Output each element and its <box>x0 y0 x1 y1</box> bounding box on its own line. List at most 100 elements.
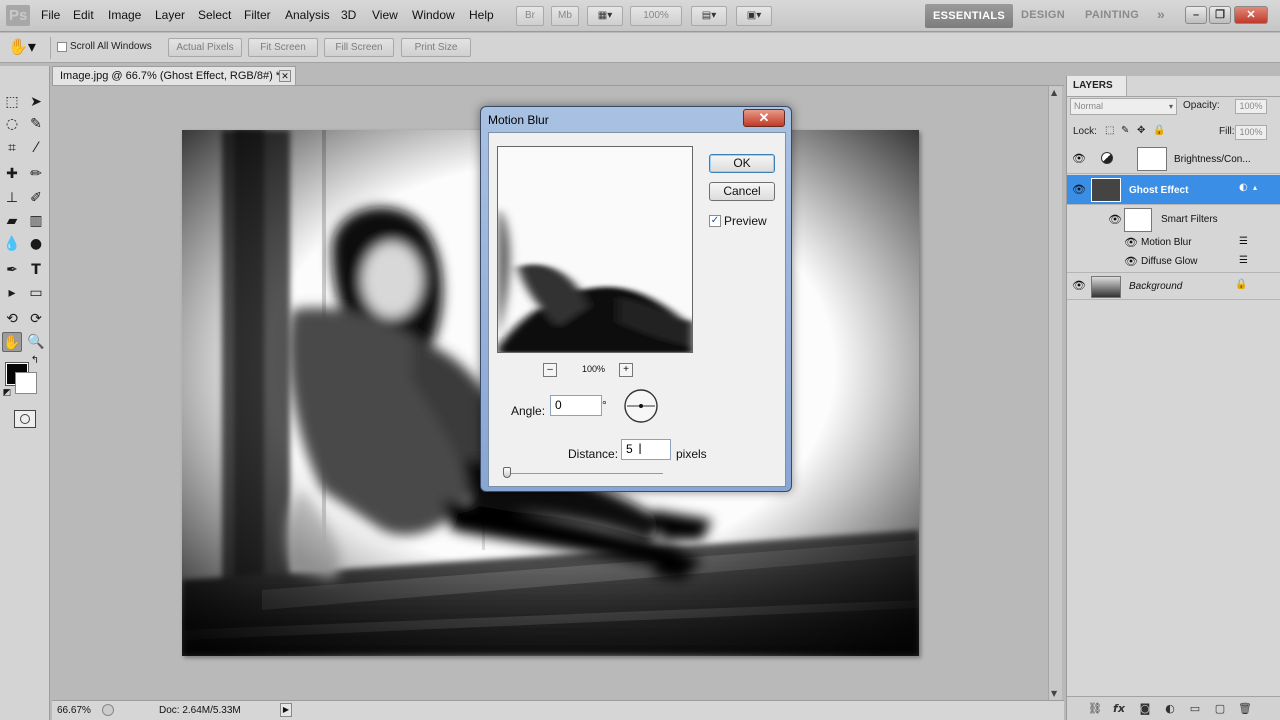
smart-filters-row[interactable]: 👁 Smart Filters <box>1067 206 1280 234</box>
eye-icon[interactable]: 👁 <box>1124 236 1138 250</box>
brush-tool-icon[interactable]: ✏ <box>26 164 46 184</box>
menu-edit[interactable]: Edit <box>73 8 94 22</box>
menu-window[interactable]: Window <box>412 8 455 22</box>
blend-mode-dropdown[interactable]: Normal ▾ <box>1070 98 1177 115</box>
adjustment-icon[interactable]: ◐ <box>1162 701 1178 717</box>
dodge-tool-icon[interactable]: ● <box>26 234 46 254</box>
filter-blending-options-icon[interactable]: ☰ <box>1239 255 1248 266</box>
menu-file[interactable]: File <box>41 8 60 22</box>
eyedropper-tool-icon[interactable]: ⁄ <box>26 138 46 158</box>
path-selection-tool-icon[interactable]: ▸ <box>2 283 22 303</box>
fill-screen-button[interactable]: Fill Screen <box>324 38 394 57</box>
workspace-more[interactable]: » <box>1157 6 1165 22</box>
filter-row-diffuse-glow[interactable]: 👁 Diffuse Glow ☰ <box>1067 253 1280 273</box>
scroll-all-windows-checkbox[interactable] <box>57 42 67 52</box>
zoom-field[interactable]: 66.67% <box>57 705 91 716</box>
distance-slider-track[interactable] <box>503 473 663 474</box>
menu-image[interactable]: Image <box>108 8 141 22</box>
menu-select[interactable]: Select <box>198 8 231 22</box>
eye-icon[interactable]: 👁 <box>1108 213 1122 227</box>
new-layer-icon[interactable]: ▢ <box>1212 701 1228 717</box>
fit-screen-button[interactable]: Fit Screen <box>248 38 318 57</box>
blur-tool-icon[interactable]: 💧 <box>2 234 22 254</box>
layers-panel-tab[interactable]: LAYERS <box>1067 76 1127 96</box>
workspace-design[interactable]: DESIGN <box>1021 9 1065 21</box>
default-colors-icon[interactable]: ◩ <box>1 387 13 399</box>
lock-position-icon[interactable]: ✥ <box>1137 125 1145 136</box>
filter-preview[interactable] <box>497 146 693 353</box>
hand-tool-icon[interactable]: ✋ <box>2 332 22 352</box>
distance-slider-thumb[interactable] <box>503 467 511 478</box>
menu-3d[interactable]: 3D <box>341 8 356 22</box>
move-tool-icon[interactable]: ➤ <box>26 92 46 112</box>
angle-dial[interactable] <box>623 388 659 424</box>
status-info-icon[interactable] <box>102 704 114 716</box>
eraser-tool-icon[interactable]: ▰ <box>2 211 22 231</box>
menu-layer[interactable]: Layer <box>155 8 185 22</box>
screen-mode-button[interactable]: ▣▾ <box>736 6 772 26</box>
status-menu-arrow-icon[interactable]: ▶ <box>280 703 292 717</box>
eye-icon[interactable]: 👁 <box>1072 183 1086 197</box>
zoom-level-dropdown[interactable]: 100% <box>630 6 682 26</box>
workspace-painting[interactable]: PAINTING <box>1085 9 1139 21</box>
fill-field[interactable]: 100% <box>1235 125 1267 140</box>
workspace-essentials[interactable]: ESSENTIALS <box>925 4 1014 28</box>
eye-icon[interactable]: 👁 <box>1072 279 1086 293</box>
zoom-in-button[interactable]: + <box>619 363 633 377</box>
hand-tool-preset-icon[interactable]: ✋▾ <box>8 37 36 56</box>
gradient-tool-icon[interactable]: ▥ <box>26 211 46 231</box>
angle-input[interactable]: 0 <box>550 395 602 416</box>
collapse-arrow-icon[interactable]: ▴ <box>1253 183 1257 192</box>
actual-pixels-button[interactable]: Actual Pixels <box>168 38 242 57</box>
lock-transparent-icon[interactable]: ⬚ <box>1105 125 1114 136</box>
new-group-icon[interactable]: ▭ <box>1187 701 1203 717</box>
quick-selection-tool-icon[interactable]: ✎ <box>26 114 46 134</box>
ok-button[interactable]: OK <box>709 154 775 173</box>
eye-icon[interactable]: 👁 <box>1072 152 1086 166</box>
healing-brush-tool-icon[interactable]: ✚ <box>2 164 22 184</box>
layer-row-ghost-effect[interactable]: 👁 Ghost Effect ◐ ▴ <box>1067 175 1280 205</box>
quick-mask-button[interactable] <box>14 410 36 428</box>
pen-tool-icon[interactable]: ✒ <box>2 260 22 280</box>
menu-analysis[interactable]: Analysis <box>285 8 330 22</box>
swap-colors-icon[interactable]: ↰ <box>28 354 42 368</box>
lasso-tool-icon[interactable]: ◌ <box>2 114 22 134</box>
minimize-button[interactable]: – <box>1185 6 1207 24</box>
zoom-tool-icon[interactable]: 🔍 <box>26 332 46 352</box>
lock-paint-icon[interactable]: ✎ <box>1121 125 1129 136</box>
zoom-out-button[interactable]: – <box>543 363 557 377</box>
menu-filter[interactable]: Filter <box>244 8 271 22</box>
document-tab[interactable]: Image.jpg @ 66.7% (Ghost Effect, RGB/8#)… <box>52 66 296 86</box>
lock-all-icon[interactable]: 🔒 <box>1153 125 1165 136</box>
opacity-field[interactable]: 100% <box>1235 99 1267 114</box>
eye-icon[interactable]: 👁 <box>1124 255 1138 269</box>
smart-filters-indicator-icon[interactable]: ◐ <box>1239 182 1248 193</box>
filter-row-motion-blur[interactable]: 👁 Motion Blur ☰ <box>1067 234 1280 253</box>
vertical-scrollbar[interactable]: ▲ ▼ <box>1048 86 1062 700</box>
distance-input[interactable]: 5 <box>621 439 671 460</box>
close-document-icon[interactable]: ✕ <box>279 70 291 82</box>
arrange-documents-button[interactable]: ▤▾ <box>691 6 727 26</box>
close-window-button[interactable]: ✕ <box>1234 6 1268 24</box>
type-tool-icon[interactable]: T <box>26 260 46 280</box>
scroll-up-icon[interactable]: ▲ <box>1051 88 1057 97</box>
dialog-close-button[interactable]: ✕ <box>743 109 785 127</box>
filter-blending-options-icon[interactable]: ☰ <box>1239 236 1248 247</box>
preview-checkbox[interactable]: ✓ <box>709 215 721 227</box>
delete-layer-icon[interactable]: 🗑 <box>1237 701 1253 717</box>
layer-style-icon[interactable]: fx <box>1111 701 1127 717</box>
menu-help[interactable]: Help <box>469 8 494 22</box>
layer-row-background[interactable]: 👁 Background 🔒 <box>1067 274 1280 300</box>
crop-tool-icon[interactable]: ⌗ <box>2 138 22 158</box>
clone-stamp-tool-icon[interactable]: ⊥ <box>2 188 22 208</box>
restore-button[interactable]: ❐ <box>1209 6 1231 24</box>
3d-orbit-tool-icon[interactable]: ⟳ <box>26 309 46 329</box>
view-extras-button[interactable]: ▦▾ <box>587 6 623 26</box>
layer-row-brightness[interactable]: 👁 Brightness/Con... <box>1067 144 1280 174</box>
link-layers-icon[interactable]: ⛓ <box>1087 701 1103 717</box>
launch-bridge-button[interactable]: Br <box>516 6 544 26</box>
cancel-button[interactable]: Cancel <box>709 182 775 201</box>
background-color-swatch[interactable] <box>15 372 37 394</box>
history-brush-tool-icon[interactable]: ✐ <box>26 188 46 208</box>
marquee-tool-icon[interactable]: ⬚ <box>2 92 22 112</box>
